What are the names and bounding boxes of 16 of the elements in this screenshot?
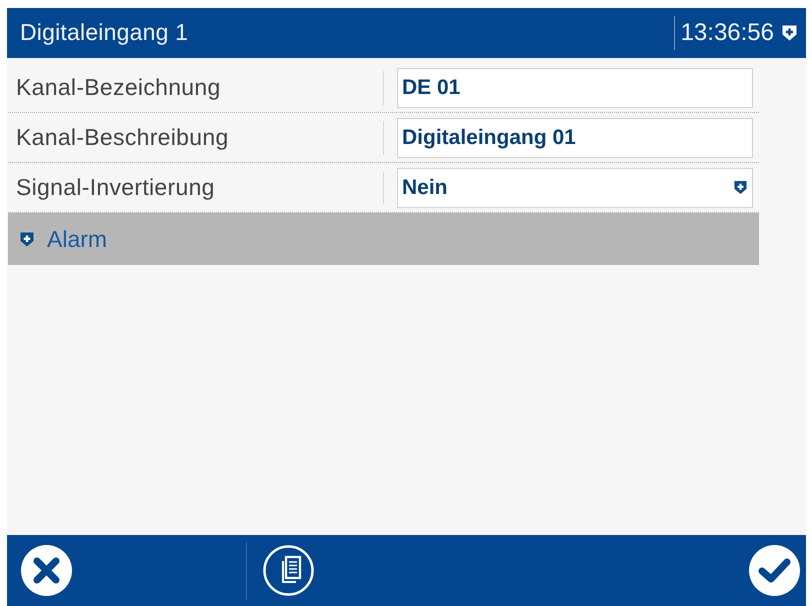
clock-time: 13:36:56	[680, 18, 774, 48]
copy-button[interactable]	[263, 545, 314, 596]
close-icon	[21, 545, 72, 596]
dropdown-field[interactable]: Nein	[397, 168, 753, 208]
field-label: Kanal-Bezeichnung	[15, 73, 222, 102]
confirm-button[interactable]	[749, 545, 800, 596]
field-label: Kanal-Beschreibung	[15, 123, 230, 152]
text-field[interactable]: Digitaleingang 01	[397, 118, 753, 158]
copy-documents-icon	[263, 545, 314, 596]
field-label: Signal-Invertierung	[15, 173, 216, 202]
text-field[interactable]: DE 01	[397, 68, 753, 108]
shield-icon[interactable]	[782, 25, 797, 41]
window-title: Digitaleingang 1	[20, 19, 188, 47]
cancel-button[interactable]	[21, 545, 72, 596]
shield-icon	[734, 180, 747, 195]
checkmark-icon	[749, 545, 800, 596]
